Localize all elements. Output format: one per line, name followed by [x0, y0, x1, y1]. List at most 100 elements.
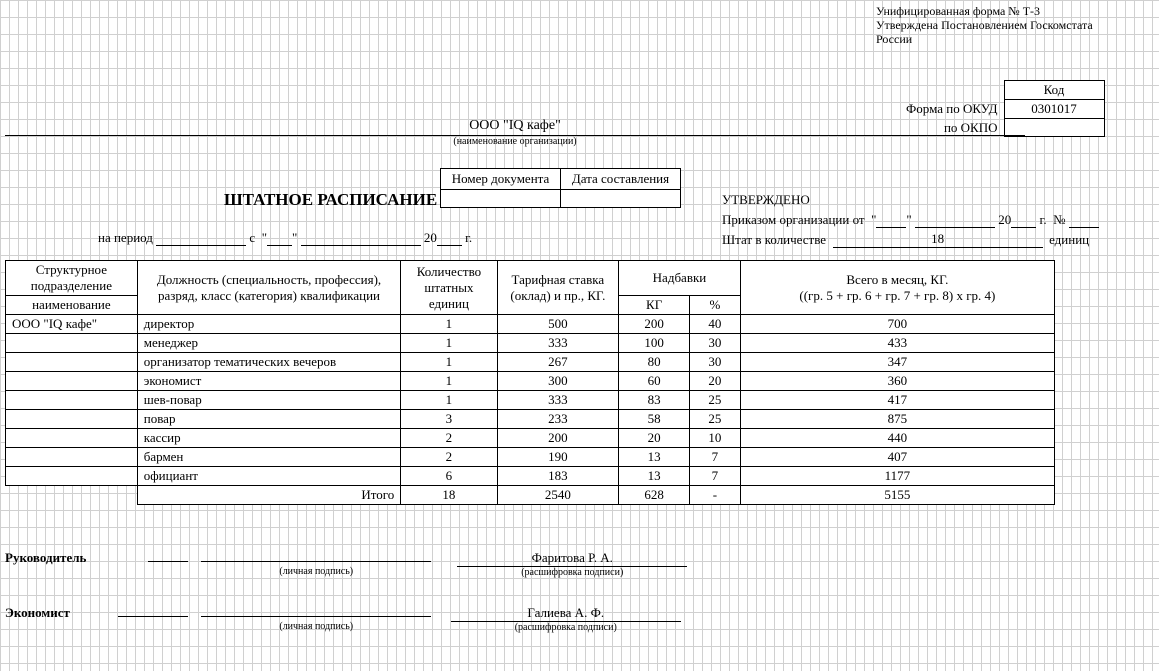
cell-dept[interactable]: [6, 467, 138, 486]
cell-rate[interactable]: 500: [497, 315, 619, 334]
cell-position[interactable]: официант: [137, 467, 401, 486]
approval-order-month[interactable]: [915, 210, 995, 228]
cell-total-kg: 628: [619, 486, 690, 505]
cell-dept[interactable]: [6, 391, 138, 410]
cell-rate[interactable]: 267: [497, 353, 619, 372]
cell-units[interactable]: 3: [401, 410, 497, 429]
cell-rate[interactable]: 300: [497, 372, 619, 391]
cell-kg[interactable]: 200: [619, 315, 690, 334]
cell-pct[interactable]: 30: [690, 353, 741, 372]
cell-rate[interactable]: 190: [497, 448, 619, 467]
cell-dept[interactable]: [6, 448, 138, 467]
approval-count-line: Штат в количестве 18 единиц: [722, 230, 1142, 248]
approval-year[interactable]: [1011, 210, 1036, 228]
economist-personal-sig[interactable]: [201, 616, 431, 617]
th-total-text: Всего в месяц, КГ.: [846, 272, 948, 287]
cell-position[interactable]: бармен: [137, 448, 401, 467]
cell-units[interactable]: 1: [401, 372, 497, 391]
cell-kg[interactable]: 13: [619, 448, 690, 467]
period-val1[interactable]: [156, 228, 246, 246]
approval-g: г.: [1039, 212, 1046, 227]
cell-total[interactable]: 440: [740, 429, 1054, 448]
th-rate: Тарифная ставка (оклад) и пр., КГ.: [497, 261, 619, 315]
cell-kg[interactable]: 20: [619, 429, 690, 448]
cell-rate[interactable]: 333: [497, 334, 619, 353]
cell-units[interactable]: 1: [401, 315, 497, 334]
cell-rate[interactable]: 333: [497, 391, 619, 410]
docnum-value[interactable]: [441, 190, 561, 208]
th-position: Должность (специальность, профессия), ра…: [137, 261, 401, 315]
cell-units[interactable]: 1: [401, 334, 497, 353]
cell-position[interactable]: шев-повар: [137, 391, 401, 410]
cell-dept[interactable]: [6, 429, 138, 448]
period-day[interactable]: [267, 228, 292, 246]
cell-kg[interactable]: 100: [619, 334, 690, 353]
approval-order-day[interactable]: [876, 210, 906, 228]
table-total-row: Итого182540628-5155: [6, 486, 1055, 505]
cell-dept[interactable]: [6, 353, 138, 372]
cell-position[interactable]: менеджер: [137, 334, 401, 353]
cell-pct[interactable]: 40: [690, 315, 741, 334]
cell-pct[interactable]: 25: [690, 410, 741, 429]
page-title: ШТАТНОЕ РАСПИСАНИЕ: [224, 190, 437, 210]
cell-pct[interactable]: 20: [690, 372, 741, 391]
approval-count-value[interactable]: 18: [833, 230, 1043, 248]
approval-order-line: Приказом организации от "" 20 г. №: [722, 210, 1142, 228]
period-month[interactable]: [301, 228, 421, 246]
cell-pct[interactable]: 30: [690, 334, 741, 353]
period-year[interactable]: [437, 228, 462, 246]
cell-dept[interactable]: [6, 372, 138, 391]
cell-pct[interactable]: 10: [690, 429, 741, 448]
cell-rate[interactable]: 200: [497, 429, 619, 448]
cell-total[interactable]: 1177: [740, 467, 1054, 486]
th-addon-kg: КГ: [619, 296, 690, 315]
cell-kg[interactable]: 80: [619, 353, 690, 372]
cell-kg[interactable]: 83: [619, 391, 690, 410]
cell-total[interactable]: 433: [740, 334, 1054, 353]
cell-rate[interactable]: 183: [497, 467, 619, 486]
cell-total-label: Итого: [137, 486, 401, 505]
cell-units[interactable]: 6: [401, 467, 497, 486]
cell-total[interactable]: 360: [740, 372, 1054, 391]
cell-dept[interactable]: ООО "IQ кафе": [6, 315, 138, 334]
th-total: Всего в месяц, КГ. ((гр. 5 + гр. 6 + гр.…: [740, 261, 1054, 315]
cell-units[interactable]: 2: [401, 448, 497, 467]
cell-kg[interactable]: 13: [619, 467, 690, 486]
cell-position[interactable]: организатор тематических вечеров: [137, 353, 401, 372]
cell-pct[interactable]: 25: [690, 391, 741, 410]
leader-sig-block: Руководитель (личная подпись) Фаритова Р…: [5, 550, 687, 578]
cell-total[interactable]: 347: [740, 353, 1054, 372]
cell-pct[interactable]: 7: [690, 467, 741, 486]
cell-position[interactable]: кассир: [137, 429, 401, 448]
cell-dept[interactable]: [6, 334, 138, 353]
cell-total[interactable]: 407: [740, 448, 1054, 467]
cell-units[interactable]: 1: [401, 391, 497, 410]
leader-personal-sig[interactable]: [201, 561, 431, 562]
leader-role-line[interactable]: [148, 561, 188, 562]
cell-total[interactable]: 700: [740, 315, 1054, 334]
form-info: Унифицированная форма № Т-3 Утверждена П…: [876, 4, 1136, 46]
approval-num[interactable]: [1069, 210, 1099, 228]
economist-decode-caption: (расшифровка подписи): [451, 622, 681, 633]
okud-value: 0301017: [1004, 100, 1104, 119]
cell-position[interactable]: повар: [137, 410, 401, 429]
cell-position[interactable]: экономист: [137, 372, 401, 391]
cell-rate[interactable]: 233: [497, 410, 619, 429]
cell-total[interactable]: 417: [740, 391, 1054, 410]
cell-kg[interactable]: 58: [619, 410, 690, 429]
leader-decode-caption: (расшифровка подписи): [457, 567, 687, 578]
cell-units[interactable]: 1: [401, 353, 497, 372]
cell-total-pct: -: [690, 486, 741, 505]
docdate-value[interactable]: [561, 190, 681, 208]
cell-position[interactable]: директор: [137, 315, 401, 334]
economist-role-line[interactable]: [118, 616, 188, 617]
cell-kg[interactable]: 60: [619, 372, 690, 391]
cell-dept[interactable]: [6, 410, 138, 429]
th-units: Количество штатных единиц: [401, 261, 497, 315]
period-g: г.: [465, 230, 472, 245]
cell-total[interactable]: 875: [740, 410, 1054, 429]
th-dept: Структурное подразделение: [6, 261, 138, 296]
cell-pct[interactable]: 7: [690, 448, 741, 467]
cell-units[interactable]: 2: [401, 429, 497, 448]
table-row: кассир22002010440: [6, 429, 1055, 448]
